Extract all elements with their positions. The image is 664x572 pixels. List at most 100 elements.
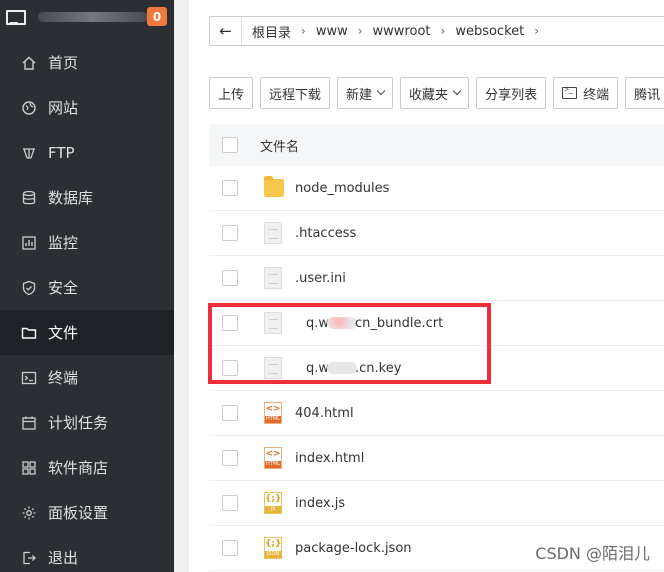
tencent-button[interactable]: 腾讯 <box>625 77 664 109</box>
sidebar-item-label: 退出 <box>48 549 79 567</box>
sidebar-item-monitor[interactable]: 监控 <box>0 220 174 265</box>
sidebar-item-cron[interactable]: 计划任务 <box>0 400 174 445</box>
js-file-icon: {;} JS <box>264 492 284 514</box>
layout-gutter <box>174 0 189 572</box>
table-row[interactable]: {;} JS index.js <box>209 481 664 526</box>
html-file-icon: <> HTML <box>264 402 284 424</box>
sidebar-item-label: 数据库 <box>48 189 94 207</box>
row-checkbox[interactable] <box>222 180 238 196</box>
row-checkbox[interactable] <box>222 270 238 286</box>
html-file-icon: <> HTML <box>264 447 284 469</box>
sidebar-item-label: 文件 <box>48 324 79 342</box>
table-row[interactable]: <> HTML 404.html <box>209 391 664 436</box>
breadcrumb-item-websocket[interactable]: websocket › <box>445 24 539 39</box>
file-type-label: JS <box>265 506 281 513</box>
terminal-icon <box>562 85 578 99</box>
row-checkbox[interactable] <box>222 540 238 556</box>
document-shape <box>264 222 282 244</box>
new-dropdown-button[interactable]: 新建 <box>337 77 394 109</box>
sidebar-item-label: FTP <box>48 143 75 162</box>
document-icon <box>264 267 284 289</box>
breadcrumb: ← 根目录 › www › wwwroot › websocket › <box>209 16 664 46</box>
file-name[interactable]: .htaccess <box>295 226 356 241</box>
notification-badge[interactable]: 0 <box>147 7 167 26</box>
sidebar-item-label: 首页 <box>48 54 79 72</box>
globe-icon <box>20 99 38 117</box>
table-header: 文件名 <box>209 124 664 166</box>
sidebar-item-label: 软件商店 <box>48 459 109 477</box>
sidebar: 0 首页 网站 FTP 数据库 监控 安全 文件 终端 计划任务 软件商店 面板… <box>0 0 174 572</box>
share-list-button[interactable]: 分享列表 <box>476 77 547 109</box>
sidebar-item-home[interactable]: 首页 <box>0 40 174 85</box>
table-row[interactable]: .htaccess <box>209 211 664 256</box>
breadcrumb-item-wwwroot[interactable]: wwwroot › <box>363 24 446 39</box>
file-name[interactable]: 404.html <box>295 406 354 421</box>
js-file-shape: {;} JS <box>264 492 282 514</box>
chevron-right-icon: › <box>534 24 540 38</box>
table-row[interactable]: .user.ini <box>209 256 664 301</box>
sidebar-item-label: 监控 <box>48 234 79 252</box>
home-icon <box>20 54 38 72</box>
breadcrumb-item-root[interactable]: 根目录 › <box>242 22 306 41</box>
file-name[interactable]: package-lock.json <box>295 541 412 556</box>
document-icon <box>264 222 284 244</box>
sidebar-item-files[interactable]: 文件 <box>0 310 174 355</box>
ftp-icon <box>20 144 38 162</box>
file-manager: ← 根目录 › www › wwwroot › websocket › 上传 远程下载 … <box>189 0 664 572</box>
code-glyph: {;} <box>265 539 282 549</box>
sidebar-item-logout[interactable]: 退出 <box>0 535 174 572</box>
file-toolbar: 上传 远程下载 新建 收藏夹 分享列表 终端 腾讯 <box>209 77 664 109</box>
sidebar-header: 0 <box>0 0 174 34</box>
row-checkbox[interactable] <box>222 405 238 421</box>
server-name-redacted <box>38 12 148 22</box>
favorites-dropdown-button[interactable]: 收藏夹 <box>400 77 470 109</box>
table-row[interactable]: node_modules <box>209 166 664 211</box>
file-name[interactable]: index.js <box>295 496 345 511</box>
sidebar-item-label: 安全 <box>48 279 79 297</box>
file-name[interactable]: node_modules <box>295 181 389 196</box>
json-file-shape: {;} JSON <box>264 537 282 559</box>
html-file-shape: <> HTML <box>264 447 282 469</box>
code-glyph: <> <box>265 449 281 459</box>
sidebar-item-label: 网站 <box>48 99 79 117</box>
row-checkbox[interactable] <box>222 225 238 241</box>
sidebar-item-security[interactable]: 安全 <box>0 265 174 310</box>
table-row[interactable]: <> HTML index.html <box>209 436 664 481</box>
document-shape <box>264 267 282 289</box>
folder-icon <box>264 176 284 199</box>
select-all-checkbox[interactable] <box>222 137 238 153</box>
monitor-chart-icon <box>20 234 38 252</box>
sidebar-item-terminal[interactable]: 终端 <box>0 355 174 400</box>
breadcrumb-item-www[interactable]: www › <box>306 24 363 39</box>
row-checkbox[interactable] <box>222 450 238 466</box>
sidebar-item-label: 计划任务 <box>48 414 109 432</box>
sidebar-item-database[interactable]: 数据库 <box>0 175 174 220</box>
calendar-icon <box>20 414 38 432</box>
file-name[interactable]: index.html <box>295 451 364 466</box>
sidebar-item-ftp[interactable]: FTP <box>0 130 174 175</box>
sidebar-item-website[interactable]: 网站 <box>0 85 174 130</box>
watermark: CSDN @陌泪儿 <box>535 544 650 563</box>
file-name[interactable]: .user.ini <box>295 271 346 286</box>
logout-icon <box>20 549 38 567</box>
folder-shape <box>264 176 284 197</box>
terminal-icon <box>20 369 38 387</box>
terminal-button[interactable]: 终端 <box>553 77 619 109</box>
shield-icon <box>20 279 38 297</box>
row-checkbox[interactable] <box>222 495 238 511</box>
back-arrow-icon[interactable]: ← <box>210 17 242 45</box>
sidebar-item-store[interactable]: 软件商店 <box>0 445 174 490</box>
file-type-label: HTML <box>265 416 281 423</box>
remote-download-button[interactable]: 远程下载 <box>260 77 331 109</box>
sidebar-item-settings[interactable]: 面板设置 <box>0 490 174 535</box>
chevron-down-icon <box>376 86 386 96</box>
highlight-annotation-box <box>208 303 491 384</box>
gear-icon <box>20 504 38 522</box>
json-file-icon: {;} JSON <box>264 537 284 559</box>
file-type-label: HTML <box>265 461 281 468</box>
column-filename[interactable]: 文件名 <box>260 136 299 155</box>
chevron-down-icon <box>452 86 462 96</box>
code-glyph: {;} <box>265 494 282 504</box>
upload-button[interactable]: 上传 <box>209 77 254 109</box>
folder-icon <box>20 324 38 342</box>
